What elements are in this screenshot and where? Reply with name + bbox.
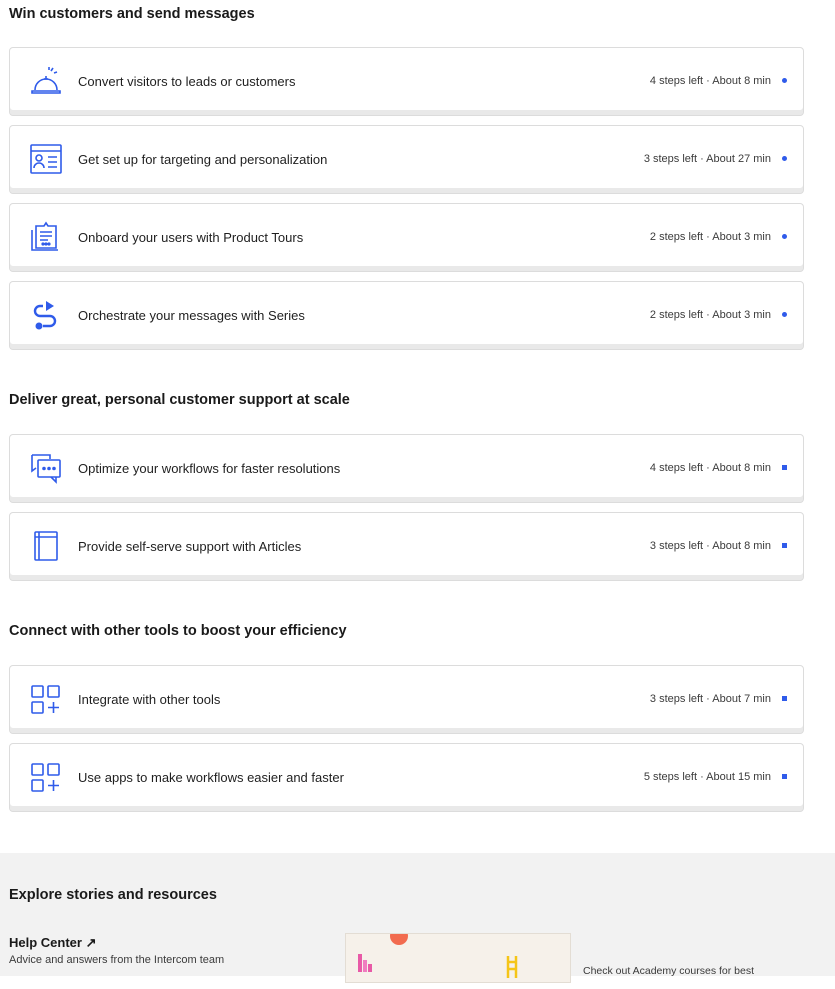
progress-dot [782, 156, 787, 161]
checklist-item-use-apps[interactable]: Use apps to make workflows easier and fa… [9, 743, 804, 812]
apps-grid-icon [29, 760, 63, 794]
checklist-item-label: Provide self-serve support with Articles [78, 539, 302, 554]
section-title-support: Deliver great, personal customer support… [9, 392, 350, 408]
progress-dot [782, 78, 787, 83]
checklist-item-convert-visitors[interactable]: Convert visitors to leads or customers 4… [9, 47, 804, 116]
tour-icon [29, 220, 63, 254]
promo-illustration-icon [358, 927, 518, 978]
series-icon [29, 298, 63, 332]
chat-icon [29, 451, 63, 485]
progress-dot [782, 543, 787, 548]
apps-grid-icon [29, 682, 63, 716]
checklist-item-meta: 2 steps left · About 3 min [649, 231, 771, 243]
checklist-item-targeting[interactable]: Get set up for targeting and personaliza… [9, 125, 804, 194]
progress-dot [782, 774, 787, 779]
progress-dot [782, 312, 787, 317]
checklist-item-meta: 2 steps left · About 3 min [649, 309, 771, 321]
progress-dot [782, 234, 787, 239]
checklist-item-label: Use apps to make workflows easier and fa… [78, 770, 344, 785]
bell-icon [29, 64, 63, 98]
profile-card-icon [29, 142, 63, 176]
checklist-item-integrate[interactable]: Integrate with other tools 3 steps left … [9, 665, 804, 734]
checklist-item-label: Integrate with other tools [78, 692, 221, 707]
footer-title: Explore stories and resources [9, 887, 217, 903]
checklist-item-label: Optimize your workflows for faster resol… [78, 461, 341, 476]
progress-dot [782, 465, 787, 470]
checklist-item-series[interactable]: Orchestrate your messages with Series 2 … [9, 281, 804, 350]
section-title-win: Win customers and send messages [9, 6, 255, 22]
checklist-item-meta: 3 steps left · About 8 min [649, 540, 771, 552]
checklist-item-meta: 4 steps left · About 8 min [649, 75, 771, 87]
checklist-item-workflows[interactable]: Optimize your workflows for faster resol… [9, 434, 804, 503]
section-title-connect: Connect with other tools to boost your e… [9, 623, 347, 639]
checklist-item-meta: 3 steps left · About 7 min [649, 693, 771, 705]
progress-dot [782, 696, 787, 701]
checklist-item-label: Convert visitors to leads or customers [78, 74, 296, 89]
checklist-item-meta: 3 steps left · About 27 min [643, 153, 771, 165]
academy-promo-text: Check out Academy courses for best [583, 965, 754, 977]
checklist-item-meta: 4 steps left · About 8 min [649, 462, 771, 474]
help-center-link[interactable]: Help Center ↗ [9, 935, 96, 951]
checklist-item-articles[interactable]: Provide self-serve support with Articles… [9, 512, 804, 581]
resources-footer: Explore stories and resources Help Cente… [0, 853, 835, 983]
book-icon [29, 529, 63, 563]
checklist-item-label: Onboard your users with Product Tours [78, 230, 304, 245]
checklist-item-meta: 5 steps left · About 15 min [643, 771, 771, 783]
help-center-description: Advice and answers from the Intercom tea… [9, 954, 225, 966]
checklist-item-label: Get set up for targeting and personaliza… [78, 152, 328, 167]
checklist-item-label: Orchestrate your messages with Series [78, 308, 305, 323]
checklist-item-product-tours[interactable]: Onboard your users with Product Tours 2 … [9, 203, 804, 272]
